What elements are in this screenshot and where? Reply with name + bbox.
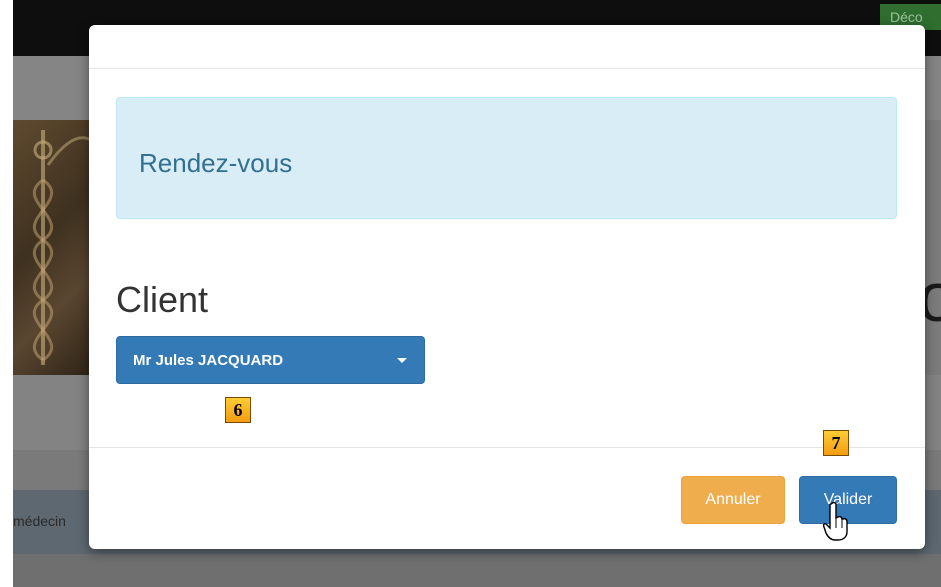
client-heading: Client	[116, 279, 209, 320]
caret-down-icon	[397, 358, 407, 363]
step-marker-6: 6	[225, 397, 251, 423]
background-text-fragment: médecin	[13, 513, 66, 529]
page-band	[13, 554, 941, 587]
hand-pointer-icon	[822, 501, 849, 547]
step-marker-7: 7	[823, 430, 849, 456]
modal-header	[89, 25, 925, 69]
cancel-button[interactable]: Annuler	[681, 476, 785, 524]
modal-footer-divider	[89, 447, 925, 448]
client-dropdown-value: Mr Jules JACQUARD	[133, 352, 284, 369]
info-alert: Rendez-vous	[116, 97, 897, 219]
alert-title: Rendez-vous	[139, 148, 293, 178]
page-edge	[0, 0, 13, 587]
client-dropdown[interactable]: Mr Jules JACQUARD	[116, 336, 425, 384]
caduceus-image	[13, 120, 91, 375]
appointment-modal: Rendez-vous Client Mr Jules JACQUARD Ann…	[89, 25, 925, 549]
